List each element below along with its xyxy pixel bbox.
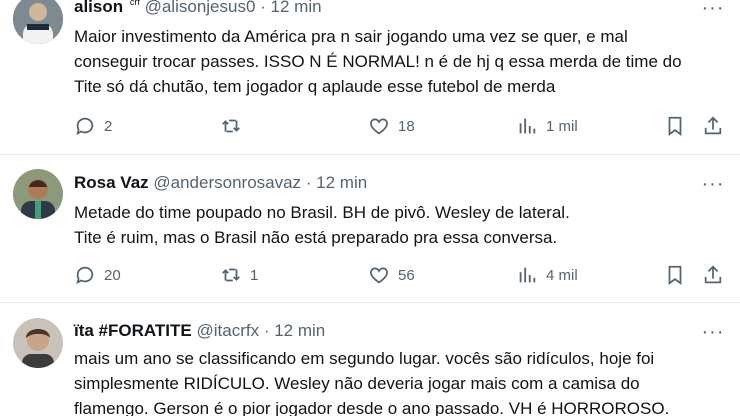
- tweet-line: flamengo. Gerson é o pior jogador desde …: [74, 399, 670, 416]
- reply-count: 20: [104, 266, 121, 284]
- reply-icon: [76, 117, 94, 135]
- views-icon: [519, 118, 536, 134]
- tweet-line: conseguir trocar passes. ISSO N É NORMAL…: [74, 52, 682, 71]
- view-count: 4 mil: [546, 266, 578, 284]
- more-options-icon[interactable]: ···: [700, 174, 726, 194]
- like-count: 18: [398, 117, 415, 135]
- timestamp[interactable]: 12 min: [274, 321, 325, 340]
- tweet-line: Tite é ruim, mas o Brasil não está prepa…: [74, 228, 558, 247]
- heart-icon: [370, 118, 388, 135]
- tweet-line: Tite só dá chutão, tem jogador q aplaude…: [74, 77, 556, 96]
- view-count: 1 mil: [546, 117, 578, 135]
- avatar[interactable]: [13, 0, 63, 44]
- retweet-icon: [222, 119, 240, 133]
- tweet-2[interactable]: Rosa Vaz @andersonrosavaz · 12 min ··· M…: [0, 155, 740, 302]
- retweet-icon: [222, 268, 240, 282]
- separator: ·: [301, 173, 317, 192]
- share-icon[interactable]: [702, 115, 724, 137]
- tweet-line: mais um ano se classificando em segundo …: [74, 349, 655, 368]
- heart-icon: [370, 267, 388, 284]
- more-options-icon[interactable]: ···: [700, 0, 726, 18]
- like-button[interactable]: 56: [368, 264, 415, 286]
- separator: ·: [259, 321, 275, 340]
- avatar[interactable]: [13, 318, 63, 368]
- views-button[interactable]: 1 mil: [516, 115, 578, 137]
- handle[interactable]: @andersonrosavaz: [153, 173, 301, 192]
- separator: ·: [255, 0, 271, 16]
- tweet-text: Maior investimento da América pra n sair…: [74, 24, 734, 99]
- reply-icon: [76, 266, 94, 284]
- retweet-button[interactable]: 1: [220, 264, 258, 286]
- tweet-line: Metade do time poupado no Brasil. BH de …: [74, 203, 570, 222]
- tweet-3[interactable]: ïta #FORATITE @itacrfx · 12 min ··· mais…: [0, 303, 740, 416]
- views-icon: [519, 267, 536, 283]
- tweet-text: mais um ano se classificando em segundo …: [74, 346, 734, 416]
- tweet-line: Maior investimento da América pra n sair…: [74, 27, 628, 46]
- retweet-button[interactable]: [220, 115, 250, 137]
- bookmark-icon[interactable]: [664, 264, 686, 286]
- bookmark-icon[interactable]: [664, 115, 686, 137]
- tweet-1[interactable]: alison crf @alisonjesus0 · 12 min ··· Ma…: [0, 0, 740, 154]
- retweet-count: 1: [250, 266, 259, 284]
- tweet-actions: 2 18 1 mil: [74, 115, 734, 139]
- tweet-feed: alison crf @alisonjesus0 · 12 min ··· Ma…: [0, 0, 740, 416]
- name-badge: crf: [129, 0, 140, 8]
- more-options-icon[interactable]: ···: [700, 322, 726, 342]
- tweet-actions: 20 1 56 4 mil: [74, 264, 734, 288]
- avatar[interactable]: [13, 169, 63, 219]
- share-icon[interactable]: [702, 264, 724, 286]
- timestamp[interactable]: 12 min: [316, 173, 367, 192]
- tweet-header: Rosa Vaz @andersonrosavaz · 12 min: [74, 173, 367, 193]
- views-button[interactable]: 4 mil: [516, 264, 578, 286]
- handle[interactable]: @alisonjesus0: [145, 0, 256, 16]
- display-name[interactable]: ïta #FORATITE: [74, 321, 192, 340]
- tweet-line: simplesmente RIDÍCULO. Wesley não deveri…: [74, 374, 640, 393]
- display-name[interactable]: Rosa Vaz: [74, 173, 149, 192]
- tweet-text: Metade do time poupado no Brasil. BH de …: [74, 200, 734, 250]
- reply-button[interactable]: 20: [74, 264, 121, 286]
- tweet-header: ïta #FORATITE @itacrfx · 12 min: [74, 321, 325, 341]
- timestamp[interactable]: 12 min: [271, 0, 322, 16]
- tweet-header: alison crf @alisonjesus0 · 12 min: [74, 0, 322, 17]
- handle[interactable]: @itacrfx: [196, 321, 259, 340]
- reply-count: 2: [104, 117, 113, 135]
- like-count: 56: [398, 266, 415, 284]
- display-name[interactable]: alison: [74, 0, 123, 16]
- reply-button[interactable]: 2: [74, 115, 112, 137]
- like-button[interactable]: 18: [368, 115, 415, 137]
